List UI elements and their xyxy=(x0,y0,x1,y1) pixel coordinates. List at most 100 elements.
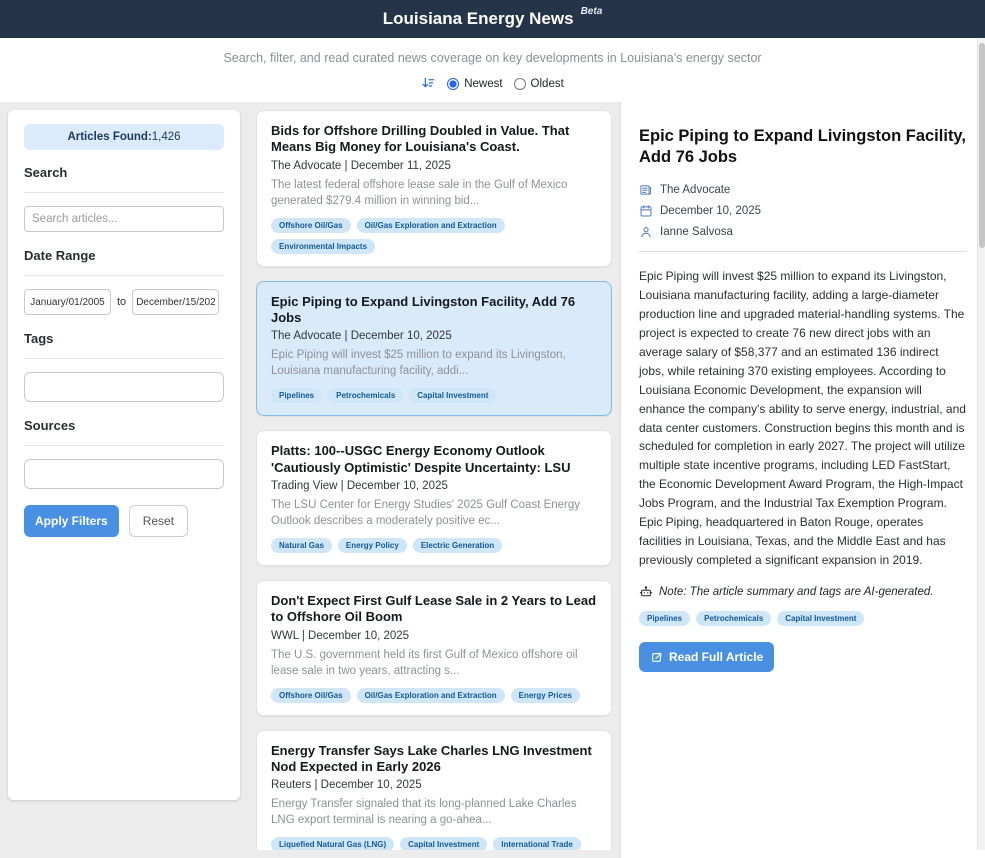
article-title: Don't Expect First Gulf Lease Sale in 2 … xyxy=(271,593,597,626)
tags-section: Tags xyxy=(24,331,224,402)
article-excerpt: The latest federal offshore lease sale i… xyxy=(271,177,597,209)
tag-pill[interactable]: Environmental Impacts xyxy=(271,239,375,254)
newspaper-icon xyxy=(639,183,653,197)
robot-icon xyxy=(639,585,653,599)
sort-newest-radio[interactable] xyxy=(447,78,459,90)
detail-title: Epic Piping to Expand Livingston Facilit… xyxy=(639,126,967,169)
read-full-article-button[interactable]: Read Full Article xyxy=(639,642,774,672)
sort-icon xyxy=(421,76,436,91)
main-content: Articles Found:1,426 Search Date Range t… xyxy=(0,102,985,850)
sort-oldest-option[interactable]: Oldest xyxy=(514,78,564,90)
tag-pill[interactable]: Petrochemicals xyxy=(696,611,771,626)
person-icon xyxy=(639,225,653,239)
sort-oldest-radio[interactable] xyxy=(514,78,526,90)
detail-summary: Epic Piping will invest $25 million to e… xyxy=(639,267,967,570)
tag-pill[interactable]: Offshore Oil/Gas xyxy=(271,688,351,703)
article-tags: Offshore Oil/Gas Oil/Gas Exploration and … xyxy=(271,688,597,703)
tag-pill[interactable]: Capital Investment xyxy=(400,837,487,850)
article-card[interactable]: Epic Piping to Expand Livingston Facilit… xyxy=(256,281,612,417)
article-meta: The Advocate | December 11, 2025 xyxy=(271,160,597,172)
tag-pill[interactable]: Pipelines xyxy=(271,388,322,403)
filters-sidebar: Articles Found:1,426 Search Date Range t… xyxy=(8,110,240,800)
articles-found-label: Articles Found: xyxy=(67,131,151,143)
tag-pill[interactable]: Liquefied Natural Gas (LNG) xyxy=(271,837,394,850)
app-subtitle: Search, filter, and read curated news co… xyxy=(0,51,985,65)
article-list: Bids for Offshore Drilling Doubled in Va… xyxy=(256,110,612,850)
tag-pill[interactable]: Energy Prices xyxy=(511,688,580,703)
tag-pill[interactable]: Pipelines xyxy=(639,611,690,626)
tag-pill[interactable]: Capital Investment xyxy=(777,611,864,626)
page-scrollbar[interactable] xyxy=(977,38,985,850)
tag-pill[interactable]: Capital Investment xyxy=(409,388,496,403)
article-meta: Trading View | December 10, 2025 xyxy=(271,480,597,492)
sources-section-label: Sources xyxy=(24,418,224,446)
ai-note: Note: The article summary and tags are A… xyxy=(659,586,933,598)
sort-controls: Newest Oldest xyxy=(0,76,985,91)
intro-band: Search, filter, and read curated news co… xyxy=(0,38,985,102)
article-excerpt: The U.S. government held its first Gulf … xyxy=(271,647,597,679)
article-excerpt: Epic Piping will invest $25 million to e… xyxy=(271,347,597,379)
tags-input[interactable] xyxy=(24,372,224,402)
tag-pill[interactable]: Offshore Oil/Gas xyxy=(271,218,351,233)
tag-pill[interactable]: Petrochemicals xyxy=(328,388,403,403)
tag-pill[interactable]: Energy Policy xyxy=(338,538,407,553)
tag-pill[interactable]: Oil/Gas Exploration and Extraction xyxy=(357,688,505,703)
date-range-label: Date Range xyxy=(24,248,224,276)
ai-note-row: Note: The article summary and tags are A… xyxy=(639,585,967,599)
article-tags: Offshore Oil/Gas Oil/Gas Exploration and … xyxy=(271,218,597,254)
search-input[interactable] xyxy=(24,206,224,232)
calendar-icon xyxy=(639,204,653,218)
sources-input[interactable] xyxy=(24,459,224,489)
tag-pill[interactable]: Natural Gas xyxy=(271,538,332,553)
article-detail-panel: Epic Piping to Expand Livingston Facilit… xyxy=(620,102,985,858)
sort-newest-option[interactable]: Newest xyxy=(447,78,502,90)
reset-button[interactable]: Reset xyxy=(129,505,188,537)
beta-badge: Beta xyxy=(581,6,603,17)
detail-date-row: December 10, 2025 xyxy=(639,204,967,218)
date-to-word: to xyxy=(117,296,126,308)
article-excerpt: The LSU Center for Energy Studies' 2025 … xyxy=(271,497,597,529)
app-header: Louisiana Energy News Beta xyxy=(0,0,985,38)
search-section: Search xyxy=(24,165,224,232)
external-link-icon xyxy=(650,651,663,664)
detail-tags: Pipelines Petrochemicals Capital Investmen… xyxy=(639,611,967,626)
article-title: Bids for Offshore Drilling Doubled in Va… xyxy=(271,123,597,156)
article-title: Energy Transfer Says Lake Charles LNG In… xyxy=(271,743,597,776)
article-card[interactable]: Energy Transfer Says Lake Charles LNG In… xyxy=(256,730,612,850)
detail-source-row: The Advocate xyxy=(639,183,967,197)
detail-author-row: Ianne Salvosa xyxy=(639,225,967,239)
article-meta: WWL | December 10, 2025 xyxy=(271,630,597,642)
article-card[interactable]: Bids for Offshore Drilling Doubled in Va… xyxy=(256,110,612,267)
detail-author: Ianne Salvosa xyxy=(660,226,733,238)
search-section-label: Search xyxy=(24,165,224,193)
tag-pill[interactable]: International Trade xyxy=(493,837,581,850)
article-card[interactable]: Don't Expect First Gulf Lease Sale in 2 … xyxy=(256,580,612,716)
sort-oldest-label: Oldest xyxy=(531,78,564,90)
tags-section-label: Tags xyxy=(24,331,224,359)
article-tags: Natural Gas Energy Policy Electric Generat… xyxy=(271,538,597,553)
date-to-input[interactable] xyxy=(132,289,219,315)
date-from-input[interactable] xyxy=(24,289,111,315)
article-tags: Liquefied Natural Gas (LNG) Capital Inves… xyxy=(271,837,597,850)
article-tags: Pipelines Petrochemicals Capital Investmen… xyxy=(271,388,597,403)
detail-date: December 10, 2025 xyxy=(660,205,761,217)
apply-filters-button[interactable]: Apply Filters xyxy=(24,505,119,537)
article-meta: Reuters | December 10, 2025 xyxy=(271,779,597,791)
article-meta: The Advocate | December 10, 2025 xyxy=(271,330,597,342)
article-excerpt: Energy Transfer signaled that its long-p… xyxy=(271,796,597,828)
tag-pill[interactable]: Oil/Gas Exploration and Extraction xyxy=(357,218,505,233)
sources-section: Sources xyxy=(24,418,224,489)
article-title: Epic Piping to Expand Livingston Facilit… xyxy=(271,294,597,327)
articles-found-value: 1,426 xyxy=(152,131,181,143)
date-range-section: Date Range to xyxy=(24,248,224,315)
read-full-article-label: Read Full Article xyxy=(669,650,763,664)
scrollbar-thumb[interactable] xyxy=(979,43,985,248)
sort-newest-label: Newest xyxy=(464,78,502,90)
article-card[interactable]: Platts: 100--USGC Energy Economy Outlook… xyxy=(256,430,612,566)
tag-pill[interactable]: Electric Generation xyxy=(413,538,502,553)
date-range-row: to xyxy=(24,289,224,315)
detail-divider xyxy=(639,251,967,252)
app-title: Louisiana Energy News xyxy=(383,9,574,29)
articles-found-badge: Articles Found:1,426 xyxy=(24,124,224,150)
filter-buttons: Apply Filters Reset xyxy=(24,505,224,537)
